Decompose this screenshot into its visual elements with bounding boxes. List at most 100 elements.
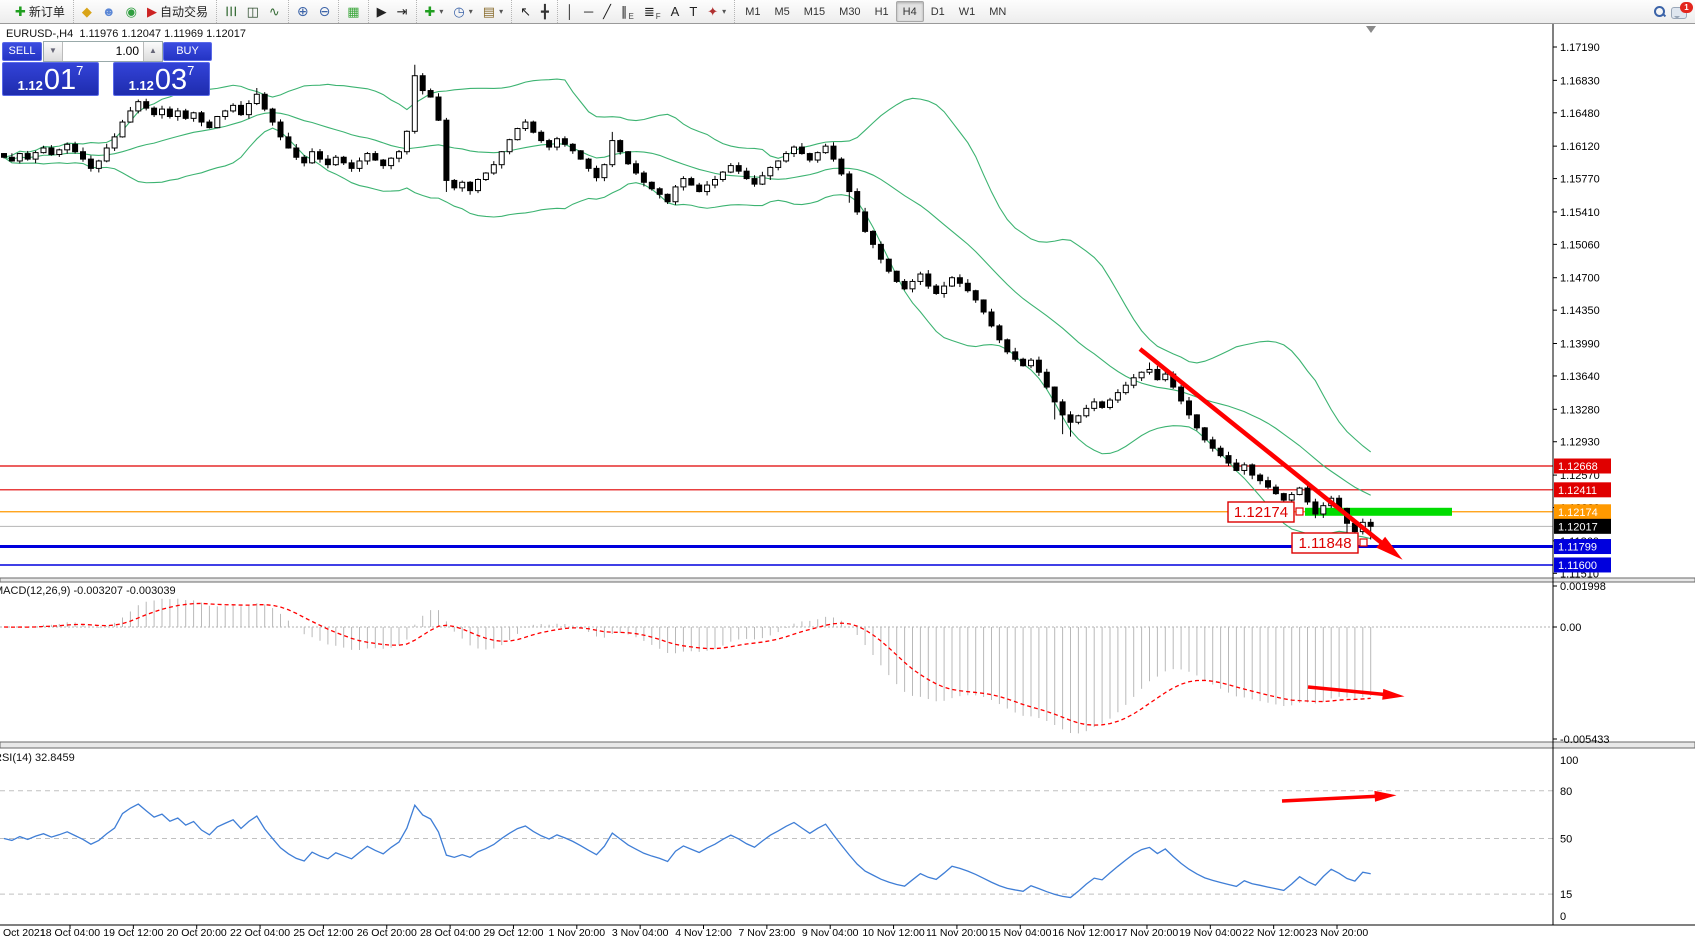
vertical-line-button[interactable]: │: [561, 1, 579, 22]
candle-body: [973, 291, 978, 300]
candle-body: [278, 122, 283, 137]
trendline-button[interactable]: ╱: [598, 1, 616, 22]
sell-button[interactable]: SELL: [2, 42, 42, 61]
search-icon[interactable]: [1654, 6, 1665, 17]
bar-chart-button[interactable]: ☰: [220, 1, 242, 22]
callout-anchor-square[interactable]: [1296, 508, 1303, 515]
buy-price-button[interactable]: 1.12037: [113, 62, 210, 96]
candle-body: [349, 163, 354, 169]
candle-body: [1108, 400, 1113, 407]
new-order-button[interactable]: ✚新订单: [10, 1, 70, 22]
autotrade-button[interactable]: ▶自动交易: [142, 1, 213, 22]
arrows-button[interactable]: ✦▾: [702, 1, 731, 22]
signals-icon: ◉: [126, 5, 137, 18]
candle-body: [1218, 448, 1223, 455]
candle-body: [934, 286, 939, 293]
candle-body: [357, 161, 362, 168]
tf-d1[interactable]: D1: [924, 1, 952, 22]
tf-m15[interactable]: M15: [797, 1, 832, 22]
chart-shift-button[interactable]: ⇥: [392, 1, 413, 22]
candle-body: [799, 147, 804, 153]
text-label-button[interactable]: T: [684, 1, 702, 22]
attach-button[interactable]: ◆: [77, 1, 97, 22]
candle-body: [1273, 487, 1278, 493]
rsi-trend-arrow-head: [1374, 791, 1396, 802]
panel-splitter[interactable]: [0, 742, 1695, 748]
rsi-label: RSI(14) 32.8459: [0, 752, 75, 764]
chevron-down-icon: ▾: [499, 7, 503, 16]
horizontal-line-button[interactable]: ─: [579, 1, 598, 22]
candle-body: [1194, 415, 1199, 428]
candle-body: [239, 105, 244, 114]
zoom-in-button[interactable]: ⊕: [292, 1, 314, 22]
volume-increase-button[interactable]: ▲: [143, 42, 162, 61]
candle-body: [752, 179, 757, 185]
tf-w1[interactable]: W1: [952, 1, 983, 22]
candle-body: [1321, 506, 1326, 514]
tf-m1-label: M1: [745, 6, 760, 18]
price-line-label-1.12668: 1.12668: [1558, 461, 1598, 473]
candle-body: [310, 152, 315, 163]
candle-body: [594, 168, 599, 177]
tile-windows-button[interactable]: ▦: [342, 1, 364, 22]
rsi-axis-label: 0: [1560, 911, 1566, 923]
sell-price-pip: 7: [76, 66, 83, 76]
candle-body: [160, 109, 165, 115]
cursor-icon: ↖: [520, 5, 531, 18]
candle-body: [1123, 385, 1128, 392]
candle-body: [325, 159, 330, 165]
fibonacci-button[interactable]: ≣F: [639, 1, 666, 22]
candle-body: [1005, 340, 1010, 352]
price-chart[interactable]: 1.121741.11848MACD(12,26,9) -0.003207 -0…: [0, 24, 1695, 937]
volume-decrease-button[interactable]: ▼: [44, 42, 63, 61]
indicators-button[interactable]: ✚▾: [420, 1, 449, 22]
tf-m30[interactable]: M30: [832, 1, 867, 22]
sell-price-button[interactable]: 1.12017: [2, 62, 99, 96]
rsi-trend-arrow[interactable]: [1282, 796, 1382, 801]
chart-shift-marker[interactable]: [1366, 26, 1376, 33]
crosshair-button[interactable]: ╋: [536, 1, 554, 22]
line-chart-button[interactable]: ∿: [264, 1, 285, 22]
buy-button[interactable]: BUY: [163, 42, 212, 61]
channel-button[interactable]: ∥E: [616, 1, 639, 22]
periods-button[interactable]: ◷▾: [448, 1, 477, 22]
macd-trend-arrow[interactable]: [1308, 687, 1390, 695]
candle-body: [1076, 416, 1081, 422]
candle-body: [9, 157, 14, 161]
notification-badge: 1: [1680, 2, 1693, 13]
tf-h1[interactable]: H1: [868, 1, 896, 22]
callout-anchor-square[interactable]: [1360, 539, 1367, 546]
time-tick-label: 23 Nov 20:00: [1306, 927, 1369, 937]
profile-button[interactable]: ☻: [97, 1, 121, 22]
cursor-button[interactable]: ↖: [515, 1, 536, 22]
price-axis[interactable]: 1.171901.168301.164801.161201.157701.154…: [1553, 24, 1611, 925]
candle-body: [144, 102, 149, 108]
candle-body: [831, 146, 836, 159]
price-line-label-1.11600: 1.11600: [1558, 560, 1597, 572]
chat-button[interactable]: 1: [1671, 4, 1691, 20]
time-axis[interactable]: Oct 202118 Oct 04:0019 Oct 12:0020 Oct 2…: [0, 925, 1695, 937]
candle-body: [1187, 401, 1192, 415]
candle-body: [136, 102, 141, 111]
templates-button[interactable]: ▤▾: [478, 1, 508, 22]
tf-m5[interactable]: M5: [767, 1, 796, 22]
tf-h4[interactable]: H4: [896, 1, 924, 22]
candle-body: [420, 76, 425, 91]
candle-body: [989, 312, 994, 326]
candle-body: [270, 109, 275, 122]
text-button[interactable]: A: [666, 1, 685, 22]
candle-body: [436, 97, 441, 120]
candlestick-chart-button[interactable]: ◫: [242, 1, 264, 22]
signals-button[interactable]: ◉: [121, 1, 142, 22]
candle-body: [262, 94, 267, 109]
candle-body: [657, 189, 662, 195]
panel-splitter[interactable]: [0, 578, 1695, 582]
tf-mn[interactable]: MN: [982, 1, 1013, 22]
auto-scroll-button[interactable]: ▶: [372, 1, 392, 22]
volume-input[interactable]: 1.00: [63, 42, 143, 61]
tf-m1[interactable]: M1: [738, 1, 767, 22]
support-zone-highlight[interactable]: [1305, 508, 1452, 516]
zoom-out-button[interactable]: ⊖: [314, 1, 336, 22]
candle-body: [1289, 495, 1294, 501]
candle-body: [460, 182, 465, 188]
